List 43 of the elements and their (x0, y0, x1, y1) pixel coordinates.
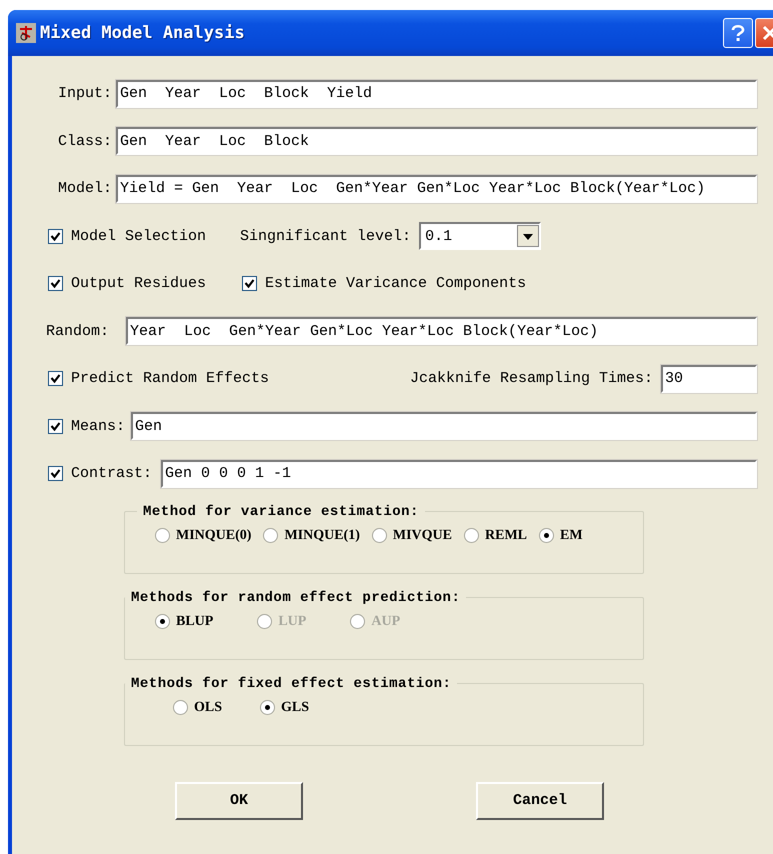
help-icon[interactable] (730, 24, 746, 42)
checkbox-label[interactable]: Output Residues (71, 275, 206, 292)
checkbox[interactable] (48, 276, 63, 292)
radio-option[interactable]: OLS (173, 700, 222, 716)
radio-option[interactable]: REML (464, 528, 527, 544)
cancel-button[interactable]: Cancel (476, 782, 604, 820)
radio-option[interactable]: GLS (260, 700, 310, 716)
means-field[interactable]: Gen (131, 412, 757, 440)
random-field[interactable]: Year Loc Gen*Year Gen*Loc Year*Loc Block(Year*Loc) (126, 317, 757, 346)
window-title: Mixed Model Analysis (40, 23, 245, 43)
checkbox-label[interactable]: Contrast: (71, 465, 161, 482)
significant-level-label: Singnificant level: (240, 228, 412, 245)
input-field[interactable]: Gen Year Loc Block Yield (116, 80, 757, 108)
checkbox-label[interactable]: Means: (71, 418, 131, 435)
help-button[interactable] (723, 18, 753, 48)
app-icon (16, 23, 36, 43)
checkbox[interactable] (48, 418, 63, 434)
model-label: Model: (56, 180, 112, 198)
class-field[interactable]: Gen Year Loc Block (116, 127, 757, 156)
checkbox[interactable] (48, 466, 63, 482)
radio-option[interactable]: EM (539, 528, 583, 544)
checkbox[interactable] (242, 276, 258, 292)
jackknife-label: Jcakknife Resampling Times: (410, 370, 653, 388)
checkbox-label[interactable]: Model Selection (71, 228, 206, 245)
checkbox[interactable] (48, 228, 63, 244)
class-label: Class: (56, 132, 112, 150)
checkbox-label[interactable]: Predict Random Effects (71, 370, 270, 388)
radio-option[interactable]: BLUP (155, 614, 214, 630)
checkbox[interactable] (48, 371, 63, 386)
jackknife-field[interactable]: 30 (661, 364, 757, 393)
checkbox-label[interactable]: Estimate Varicance Components (265, 275, 526, 292)
radio-option[interactable]: MINQUE(1) (263, 528, 360, 544)
ok-button[interactable]: OK (175, 782, 303, 820)
significant-level-dropdown[interactable]: 0.1 (419, 222, 542, 250)
group-title: Methods for random effect prediction: (130, 590, 462, 606)
radio-option[interactable]: MINQUE(0) (155, 528, 252, 544)
radio-option[interactable]: MIVQUE (372, 528, 452, 544)
contrast-field[interactable]: Gen 0 0 0 1 -1 (161, 460, 757, 488)
input-label: Input: (56, 85, 112, 102)
group-title: Methods for fixed effect estimation: (130, 676, 452, 692)
model-field[interactable]: Yield = Gen Year Loc Gen*Year Gen*Loc Year*Loc Block(Year*Loc) (116, 174, 757, 203)
group-title: Method for variance estimation: (142, 504, 420, 520)
random-label: Random: (45, 322, 110, 340)
